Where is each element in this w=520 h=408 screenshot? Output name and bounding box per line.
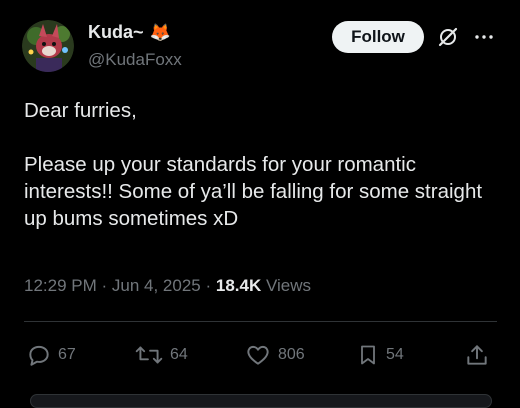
bookmark-button[interactable]: 54 (356, 342, 404, 368)
like-button[interactable]: 806 (244, 342, 305, 368)
action-bar: 67 64 806 54 (26, 342, 496, 370)
share-icon (467, 345, 487, 365)
views-count: 18.4K (215, 276, 262, 295)
share-button[interactable] (464, 342, 490, 368)
tweet-meta: 12:29 PM · Jun 4, 2025 · 18.4K Views (24, 276, 311, 296)
display-name[interactable]: Kuda~ (88, 22, 144, 43)
divider (24, 321, 497, 322)
like-count: 806 (278, 346, 305, 363)
reply-count: 67 (58, 346, 76, 363)
follow-button[interactable]: Follow (332, 21, 424, 53)
fox-emoji: 🦊 (149, 22, 171, 42)
heart-icon (247, 345, 269, 365)
repost-icon (135, 346, 163, 364)
more-options-icon[interactable] (473, 26, 495, 53)
bookmark-icon (361, 345, 375, 365)
tweet-time[interactable]: 12:29 PM (24, 276, 97, 295)
views-label: Views (265, 276, 312, 295)
reply-button[interactable]: 67 (26, 342, 76, 368)
author-handle[interactable]: @KudaFoxx (88, 50, 182, 70)
separator-dot: · (101, 276, 112, 295)
repost-count: 64 (170, 346, 188, 363)
tweet-text: Dear furries, Please up your standards f… (24, 99, 483, 230)
separator-dot: · (205, 276, 216, 295)
repost-button[interactable]: 64 (134, 342, 188, 368)
grok-icon[interactable] (437, 26, 459, 53)
avatar[interactable] (22, 20, 74, 72)
reply-composer-edge[interactable] (30, 394, 492, 408)
tweet-date[interactable]: Jun 4, 2025 (112, 276, 201, 295)
reply-icon (29, 345, 49, 366)
author-name-row[interactable]: Kuda~ 🦊 (88, 22, 171, 43)
bookmark-count: 54 (386, 346, 404, 363)
